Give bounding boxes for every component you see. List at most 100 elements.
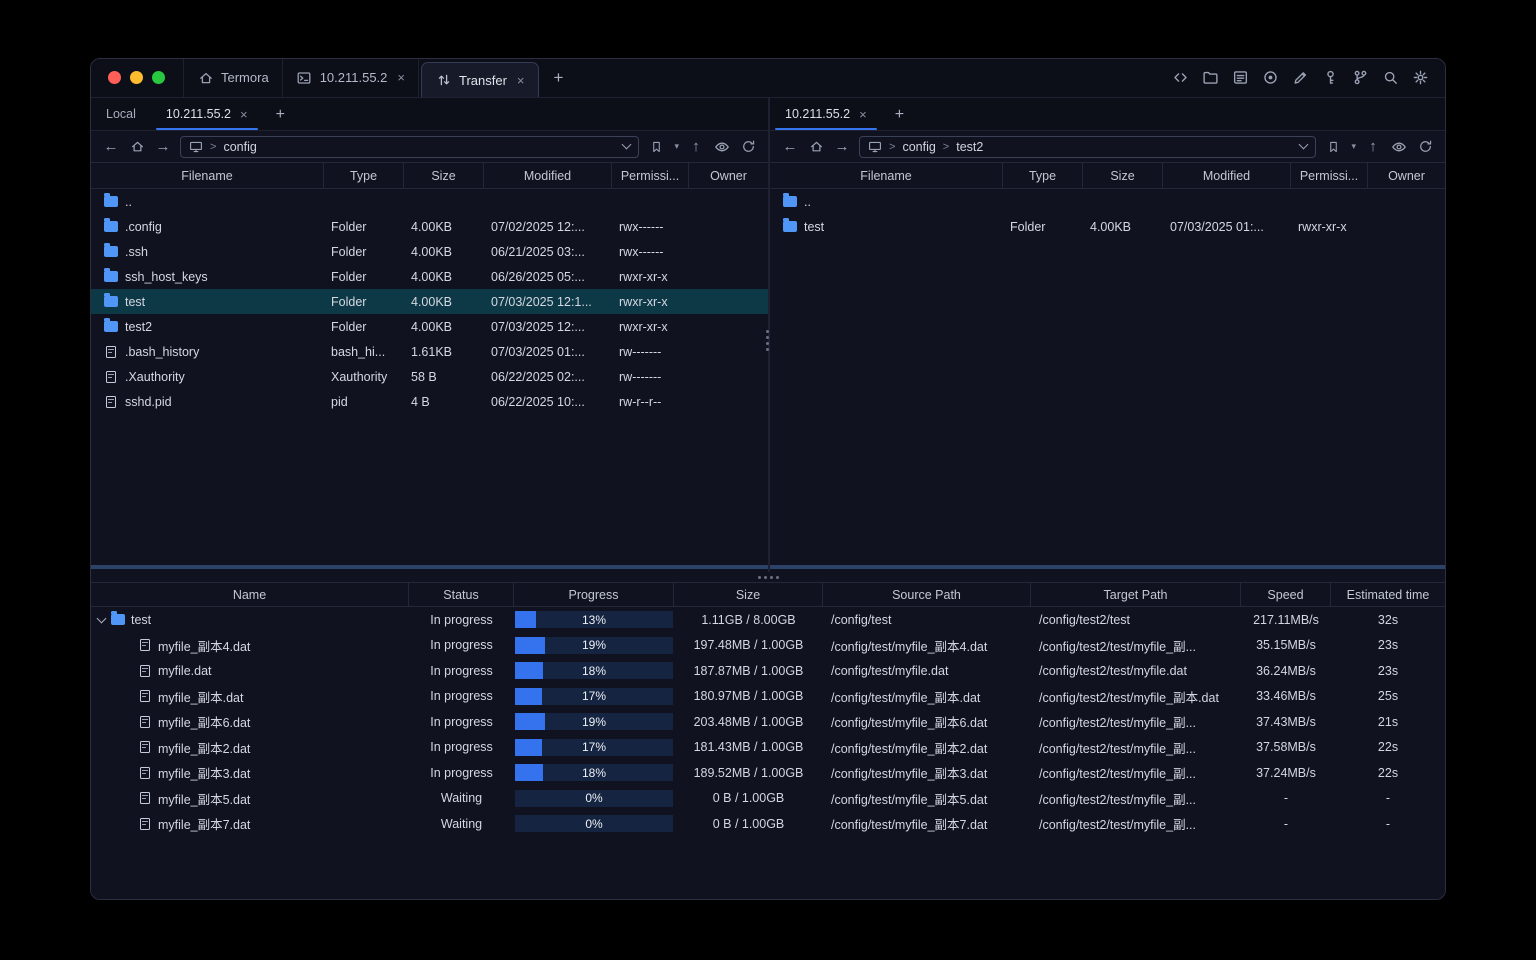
column-header-permissions[interactable]: Permissi... (1291, 163, 1368, 188)
transfer-size: 187.87MB / 1.00GB (693, 663, 804, 678)
forward-button[interactable]: → (833, 137, 851, 157)
transfer-progress-cell: 0% (514, 811, 674, 837)
new-tab-button[interactable]: + (541, 59, 577, 97)
transfer-row[interactable]: test In progress 13% 1.11GB / 8.00GB/config… (91, 607, 1445, 633)
show-hidden-button[interactable] (1390, 137, 1408, 157)
left-file-panel: Local 10.211.55.2 × + ← → > config ▾ ↑ F… (91, 98, 768, 572)
transfer-size: 180.97MB / 1.00GB (693, 689, 804, 704)
file-row[interactable]: .Xauthority Xauthority 58 B 06/22/2025 02:.… (91, 364, 768, 389)
column-header-target-path[interactable]: Target Path (1031, 583, 1241, 606)
transfer-row[interactable]: myfile_副本4.dat In progress 19% 197.48MB / 1… (91, 633, 1445, 659)
home-button[interactable] (128, 137, 146, 157)
column-header-status[interactable]: Status (409, 583, 514, 606)
path-dropdown-button[interactable] (622, 139, 632, 150)
tab-label: 10.211.55.2 (319, 70, 388, 85)
upload-button[interactable]: ↑ (1364, 137, 1382, 157)
bookmark-caret-icon[interactable]: ▾ (674, 141, 679, 152)
column-header-modified[interactable]: Modified (484, 163, 612, 188)
horizontal-scrollbar[interactable] (91, 565, 768, 569)
column-header-size[interactable]: Size (404, 163, 484, 188)
edit-icon[interactable] (1292, 69, 1309, 86)
show-hidden-button[interactable] (713, 137, 731, 157)
home-button[interactable] (807, 137, 825, 157)
transfer-row[interactable]: myfile_副本2.dat In progress 17% 181.43MB / 1… (91, 735, 1445, 761)
settings-icon[interactable] (1412, 69, 1429, 86)
close-tab-icon[interactable]: × (517, 74, 525, 87)
breadcrumb-segment[interactable]: config (223, 140, 256, 154)
file-row[interactable]: .config Folder 4.00KB 07/02/2025 12:... rwx-… (91, 214, 768, 239)
upload-button[interactable]: ↑ (687, 137, 705, 157)
bookmark-caret-icon[interactable]: ▾ (1351, 141, 1356, 152)
file-row[interactable]: .. (770, 189, 1445, 214)
column-header-progress[interactable]: Progress (514, 583, 674, 606)
record-icon[interactable] (1262, 69, 1279, 86)
path-dropdown-button[interactable] (1299, 139, 1309, 150)
back-button[interactable]: ← (781, 137, 799, 157)
column-header-permissions[interactable]: Permissi... (612, 163, 689, 188)
zoom-window-button[interactable] (152, 71, 165, 84)
file-permissions: rwxr-xr-x (619, 269, 668, 284)
search-icon[interactable] (1382, 69, 1399, 86)
transfer-row[interactable]: myfile_副本6.dat In progress 19% 203.48MB / 1… (91, 709, 1445, 735)
transfer-row[interactable]: myfile.dat In progress 18% 187.87MB / 1.00G… (91, 658, 1445, 684)
minimize-window-button[interactable] (130, 71, 143, 84)
file-name: .. (125, 194, 132, 209)
panel-splitter-horizontal[interactable] (91, 572, 1445, 582)
column-header-filename[interactable]: Filename (91, 163, 324, 188)
branch-icon[interactable] (1352, 69, 1369, 86)
bookmark-button[interactable] (1324, 137, 1342, 157)
file-row[interactable]: .ssh Folder 4.00KB 06/21/2025 03:... rwx----… (91, 239, 768, 264)
key-icon[interactable] (1322, 69, 1339, 86)
column-header-type[interactable]: Type (1003, 163, 1083, 188)
file-row[interactable]: sshd.pid pid 4 B 06/22/2025 10:... rw-r--r-- (91, 389, 768, 414)
refresh-button[interactable] (1416, 137, 1434, 157)
right-path-breadcrumb[interactable]: > config > test2 (859, 135, 1317, 158)
transfer-row[interactable]: myfile_副本7.dat Waiting 0% 0 B / 1.00GB/conf… (91, 811, 1445, 837)
close-tab-icon[interactable]: × (240, 108, 248, 121)
console-icon[interactable] (1232, 69, 1249, 86)
left-tab-host[interactable]: 10.211.55.2 × (151, 98, 263, 130)
column-header-type[interactable]: Type (324, 163, 404, 188)
file-row[interactable]: test Folder 4.00KB 07/03/2025 01:... rwxr-xr… (770, 214, 1445, 239)
file-row[interactable]: ssh_host_keys Folder 4.00KB 06/26/2025 05:.… (91, 264, 768, 289)
close-tab-icon[interactable]: × (859, 108, 867, 121)
forward-button[interactable]: → (154, 137, 172, 157)
transfer-row[interactable]: myfile_副本5.dat Waiting 0% 0 B / 1.00GB/conf… (91, 786, 1445, 812)
column-header-source-path[interactable]: Source Path (823, 583, 1031, 606)
bookmark-button[interactable] (647, 137, 665, 157)
file-row[interactable]: .bash_history bash_hi... 1.61KB 07/03/2025 … (91, 339, 768, 364)
column-header-size[interactable]: Size (1083, 163, 1163, 188)
tab-host-session[interactable]: 10.211.55.2 × (283, 59, 419, 97)
horizontal-scrollbar[interactable] (770, 565, 1445, 569)
file-row[interactable]: .. (91, 189, 768, 214)
transfer-row[interactable]: myfile_副本3.dat In progress 18% 189.52MB / 1… (91, 760, 1445, 786)
column-header-filename[interactable]: Filename (770, 163, 1003, 188)
file-panes: Local 10.211.55.2 × + ← → > config ▾ ↑ F… (91, 98, 1445, 572)
refresh-button[interactable] (739, 137, 757, 157)
column-header-name[interactable]: Name (91, 583, 409, 606)
chevron-down-icon[interactable] (96, 613, 107, 624)
left-tab-local[interactable]: Local (91, 98, 151, 130)
breadcrumb-segment[interactable]: config (902, 140, 935, 154)
column-header-size[interactable]: Size (674, 583, 823, 606)
code-icon[interactable] (1172, 69, 1189, 86)
column-header-owner[interactable]: Owner (689, 163, 768, 188)
right-new-tab-button[interactable]: + (882, 98, 917, 131)
tab-transfer[interactable]: Transfer × (421, 62, 539, 97)
close-tab-icon[interactable]: × (397, 71, 405, 84)
column-header-modified[interactable]: Modified (1163, 163, 1291, 188)
column-header-estimated-time[interactable]: Estimated time (1331, 583, 1445, 606)
left-path-breadcrumb[interactable]: > config (180, 135, 640, 158)
close-window-button[interactable] (108, 71, 121, 84)
column-header-owner[interactable]: Owner (1368, 163, 1445, 188)
back-button[interactable]: ← (102, 137, 120, 157)
column-header-speed[interactable]: Speed (1241, 583, 1331, 606)
right-tab-host[interactable]: 10.211.55.2 × (770, 98, 882, 130)
tab-termora[interactable]: Termora (183, 59, 283, 97)
folder-icon[interactable] (1202, 69, 1219, 86)
left-new-tab-button[interactable]: + (263, 98, 298, 131)
file-row-selected[interactable]: test Folder 4.00KB 07/03/2025 12:1... rwxr-x… (91, 289, 768, 314)
transfer-row[interactable]: myfile_副本.dat In progress 17% 180.97MB / 1.… (91, 684, 1445, 710)
file-row[interactable]: test2 Folder 4.00KB 07/03/2025 12:... rwxr-x… (91, 314, 768, 339)
breadcrumb-segment[interactable]: test2 (956, 140, 983, 154)
